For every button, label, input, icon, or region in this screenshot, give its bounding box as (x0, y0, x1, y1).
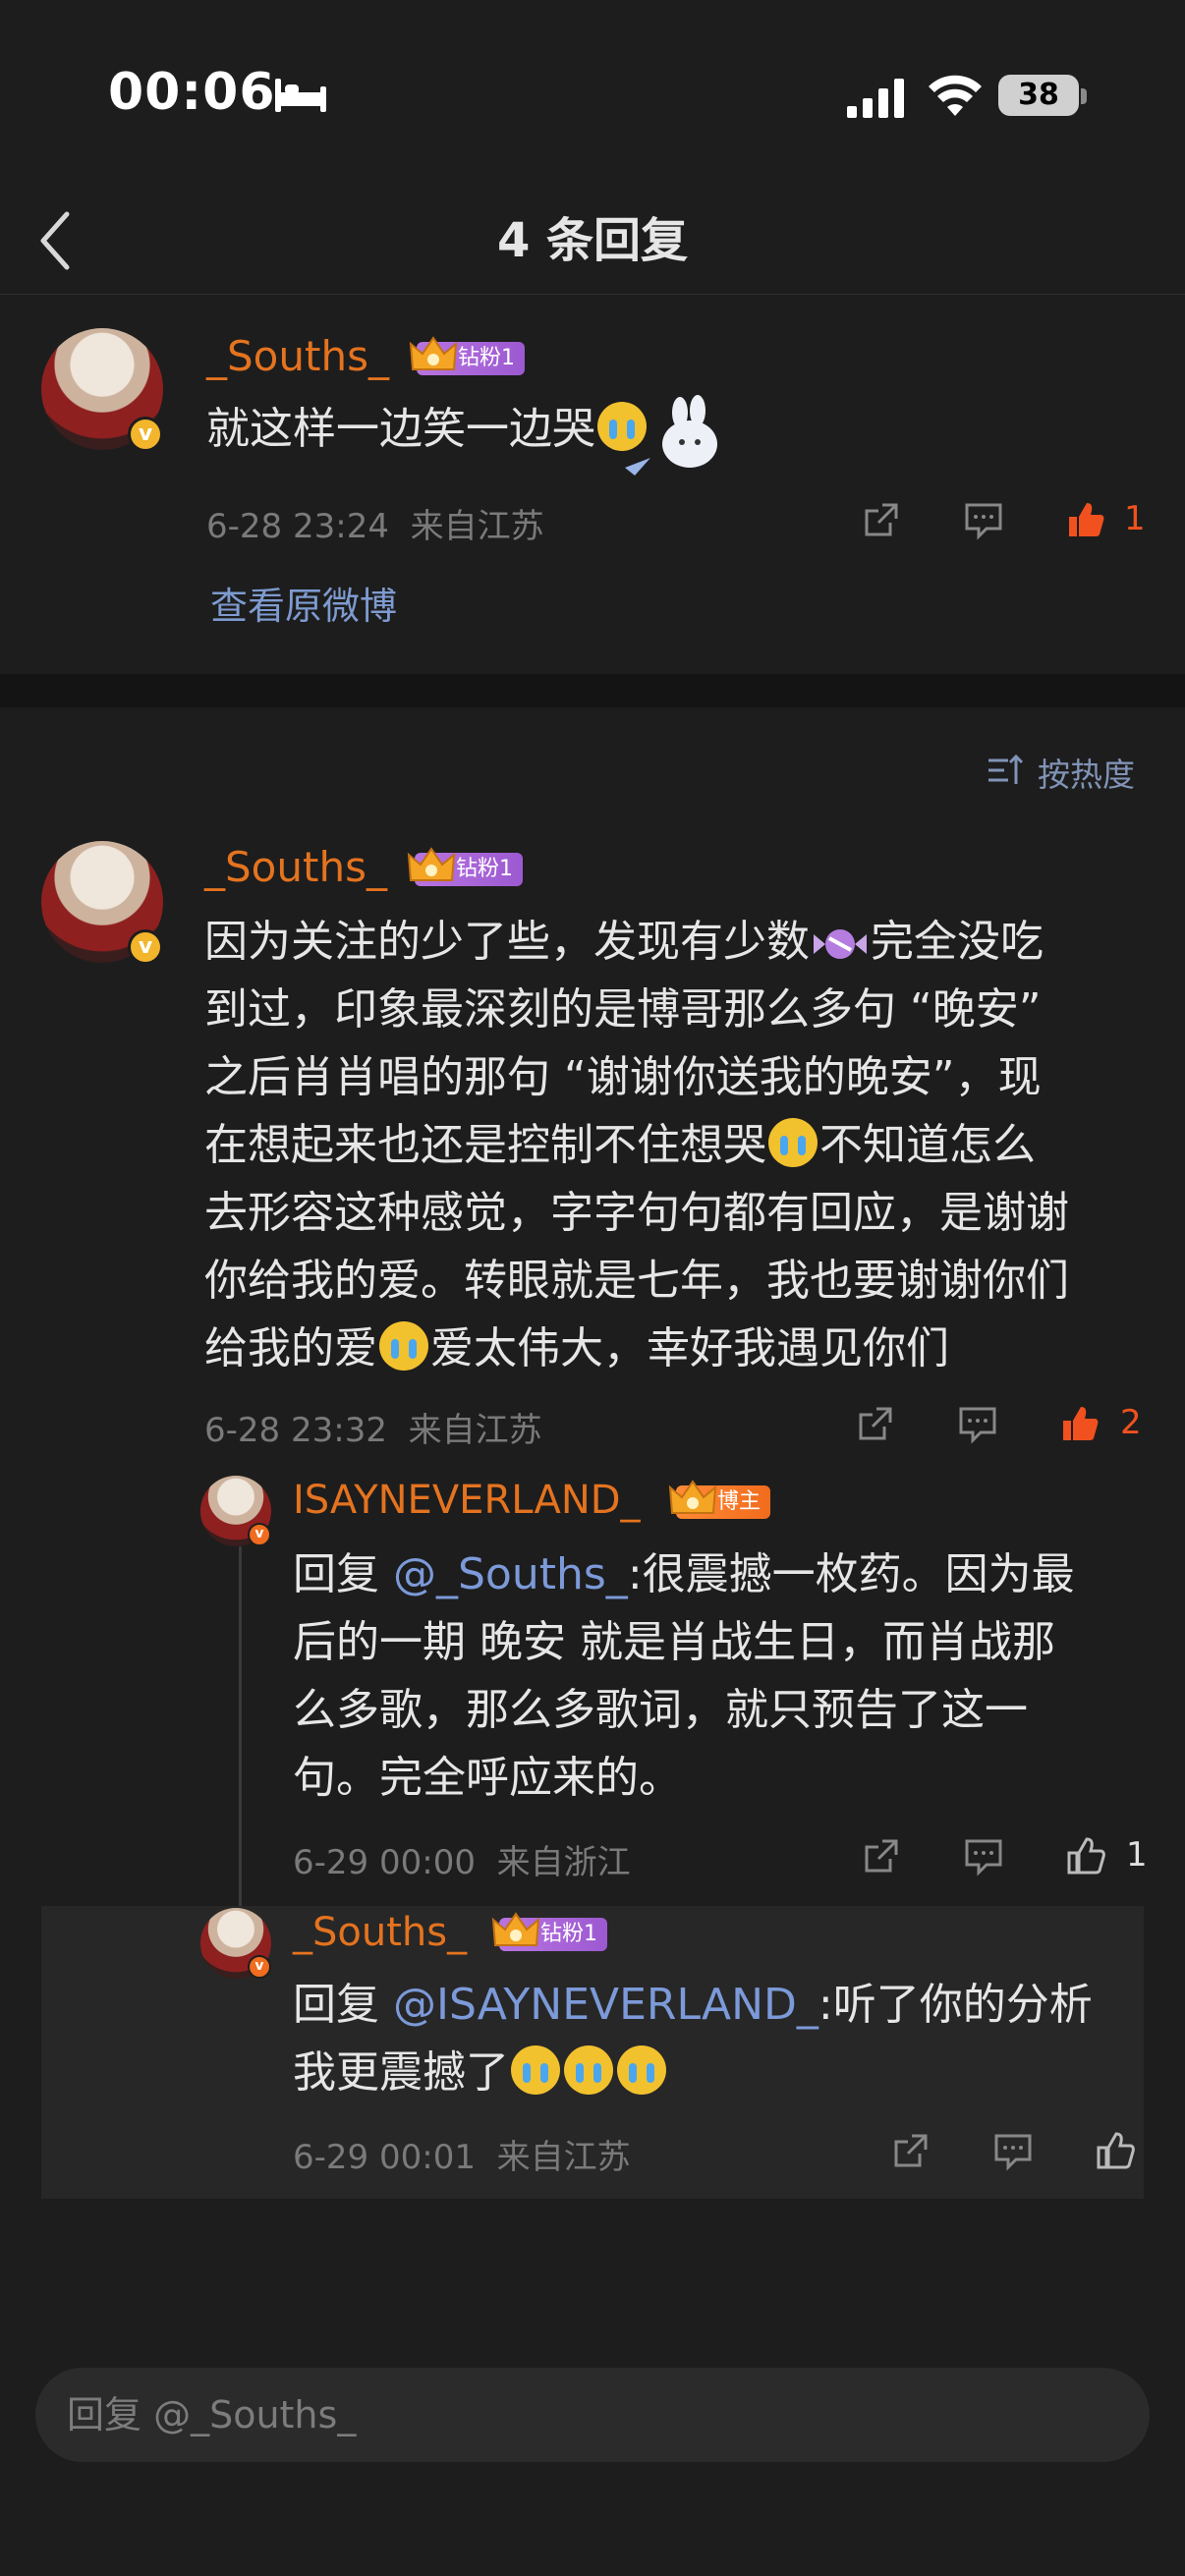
section-divider (0, 674, 1185, 707)
crown-icon (668, 1480, 717, 1514)
reply-line: :很震撼一枚药。因为最 (627, 1549, 1075, 1599)
share-icon[interactable] (890, 2130, 931, 2171)
battery-indicator: 38 (998, 75, 1079, 116)
comment-text-line: 就这样一边笑一边哭 (206, 404, 595, 454)
comment-line: 在想起来也还是控制不住想哭 (204, 1120, 766, 1170)
comment-icon[interactable] (992, 2130, 1034, 2171)
cry-emoji-icon (768, 1118, 818, 1167)
like-count: 1 (1126, 1835, 1148, 1875)
wifi-icon (929, 75, 982, 116)
mention-link[interactable]: @_Souths_ (393, 1549, 628, 1599)
location-text: 来自江苏 (410, 507, 544, 546)
bunny-sticker-icon (625, 395, 717, 476)
fan-badge: 钻粉1 (491, 1912, 607, 1951)
date-text: 6-28 23:32 (204, 1411, 387, 1450)
verified-badge-icon: v (248, 1523, 271, 1546)
share-icon[interactable] (861, 1835, 902, 1876)
reply-line: 我更震撼了 (293, 2047, 509, 2098)
cry-emoji-icon (511, 2045, 560, 2095)
share-icon[interactable] (861, 499, 902, 540)
cry-emoji-icon (379, 1321, 428, 1371)
status-bar: 00:06 38 (0, 0, 1185, 187)
reply-line: 么多歌，那么多歌词，就只预告了这一 (293, 1685, 1028, 1735)
comment-line: 爱太伟大，幸好我遇见你们 (430, 1323, 949, 1373)
location-text: 来自江苏 (408, 1411, 542, 1450)
reply-text: 回复 @_Souths_:很震撼一枚药。因为最 后的一期 晚安 就是肖战生日，而… (293, 1540, 1148, 1812)
location-text: 来自江苏 (496, 2138, 631, 2177)
fan-badge-label: 钻粉1 (458, 346, 515, 370)
cry-emoji-icon (564, 2045, 613, 2095)
mention-link[interactable]: @ISAYNEVERLAND_ (393, 1980, 818, 2030)
reply-input[interactable]: 回复 @_Souths_ (35, 2368, 1150, 2462)
page-title: 4 条回复 (496, 213, 689, 268)
signal-icon (847, 79, 904, 118)
comment-date: 6-28 23:32 来自江苏 (204, 1403, 542, 1451)
comment-line: 给我的爱 (204, 1323, 377, 1373)
like-count: 1 (1124, 499, 1146, 538)
comment-text: 因为关注的少了些，发现有少数 完全没吃 到过，印象最深刻的是博哥那么多句 “晚安”… (204, 908, 1152, 1382)
sleep-icon (275, 79, 326, 112)
comment-line: 你给我的爱。转眼就是七年，我也要谢谢你们 (204, 1256, 1069, 1306)
fan-badge-label: 钻粉1 (540, 1922, 597, 1946)
view-original-link[interactable]: 查看原微博 (210, 576, 397, 630)
like-count: 2 (1120, 1403, 1142, 1442)
owner-badge: 博主 (668, 1480, 771, 1519)
like-icon[interactable] (1065, 499, 1106, 540)
comment-line: 完全没吃 (871, 917, 1044, 967)
reply-date: 6-29 00:00 来自浙江 (293, 1835, 631, 1883)
comment-line: 不知道怎么 (819, 1120, 1036, 1170)
sort-by-hot[interactable]: 按热度 (1038, 749, 1135, 796)
reply-date: 6-29 00:01 来自江苏 (293, 2130, 631, 2178)
status-time: 00:06 (108, 63, 276, 122)
reply-prefix: 回复 (293, 1980, 393, 2030)
crown-icon (491, 1912, 540, 1946)
verified-badge-icon: v (248, 1955, 271, 1979)
comment-icon[interactable] (963, 1835, 1004, 1876)
username[interactable]: _Souths_ (206, 332, 389, 380)
crown-icon (407, 847, 456, 881)
battery-nub (1081, 88, 1087, 104)
comment-icon[interactable] (957, 1403, 998, 1444)
date-text: 6-28 23:24 (206, 507, 389, 546)
cry-emoji-icon (617, 2045, 666, 2095)
like-icon[interactable] (1059, 1403, 1100, 1444)
reply-input-placeholder: 回复 @_Souths_ (67, 2393, 357, 2436)
comment-line: 因为关注的少了些，发现有少数 (204, 917, 810, 967)
crown-icon (409, 336, 458, 370)
comment-icon[interactable] (963, 499, 1004, 540)
comment-line: 到过，印象最深刻的是博哥那么多句 “晚安” (204, 984, 1042, 1035)
verified-badge-icon: v (128, 417, 163, 452)
share-icon[interactable] (855, 1403, 896, 1444)
comment-date: 6-28 23:24 来自江苏 (206, 499, 544, 547)
fan-badge-label: 钻粉1 (456, 857, 513, 881)
username[interactable]: _Souths_ (293, 1910, 467, 1955)
owner-badge-label: 博主 (717, 1489, 762, 1514)
verified-badge-icon: v (128, 929, 163, 965)
reply-text: 回复 @ISAYNEVERLAND_:听了你的分析 我更震撼了 (293, 1971, 1148, 2106)
comment-line: 之后肖肖唱的那句 “谢谢你送我的晚安”，现 (204, 1052, 1042, 1102)
date-text: 6-29 00:00 (293, 1843, 476, 1882)
reply-line: 句。完全呼应来的。 (293, 1753, 682, 1803)
nav-bar: 4 条回复 (0, 187, 1185, 295)
reply-line: 后的一期 晚安 就是肖战生日，而肖战那 (293, 1617, 1055, 1667)
comment-text: 就这样一边笑一边哭 (206, 395, 649, 463)
fan-badge: 钻粉1 (409, 336, 525, 375)
like-icon[interactable] (1065, 1835, 1106, 1876)
fan-badge: 钻粉1 (407, 847, 523, 886)
reply-line: :听了你的分析 (818, 1980, 1093, 2030)
comment-line: 去形容这种感觉，字字句句都有回应，是谢谢 (204, 1188, 1069, 1238)
candy-emoji-icon (814, 929, 867, 959)
sort-icon[interactable] (987, 751, 1026, 790)
location-text: 来自浙江 (496, 1843, 631, 1882)
reply-prefix: 回复 (293, 1549, 393, 1599)
username[interactable]: ISAYNEVERLAND_ (293, 1478, 641, 1523)
thread-line (239, 1546, 242, 1906)
username[interactable]: _Souths_ (204, 843, 387, 891)
date-text: 6-29 00:01 (293, 2138, 476, 2177)
like-icon[interactable] (1095, 2130, 1136, 2171)
